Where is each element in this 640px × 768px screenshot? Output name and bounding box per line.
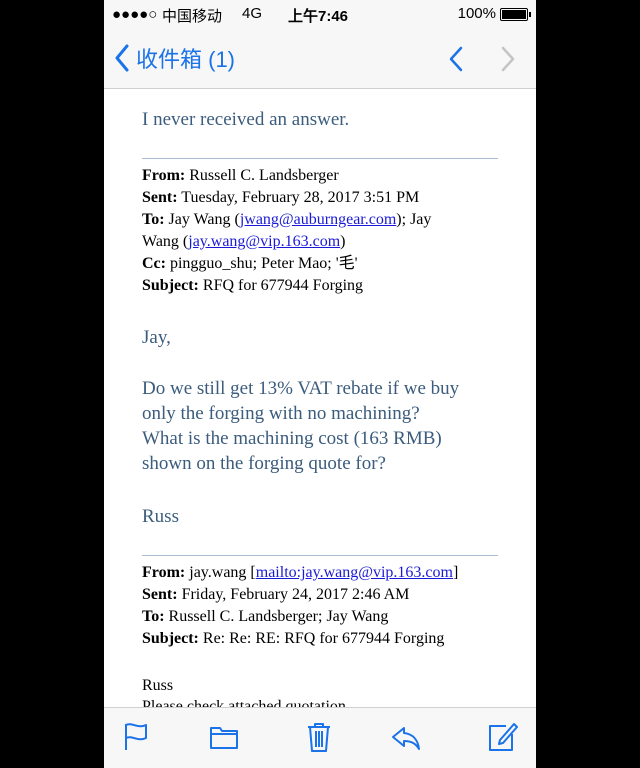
quoted-header-1: From: Russell C. Landsberger Sent: Tuesd… [142,165,498,297]
battery-percent: 100% [457,5,496,22]
clock: 上午7:46 [288,8,349,25]
compose-icon[interactable] [486,720,518,754]
back-to-inbox-button[interactable]: 收件箱 (1) [114,42,235,74]
divider [142,158,498,159]
sent-line: Sent: Friday, February 24, 2017 2:46 AM [142,586,410,603]
network-type: 4G [242,5,263,22]
signature: Russ [142,506,179,527]
reply-greeting: Russ [142,677,174,694]
email-link[interactable]: jay.wang@vip.163.com [188,233,340,250]
flag-icon[interactable] [120,720,152,754]
back-label: 收件箱 (1) [136,47,236,72]
reply-text: Please check attached quotation [142,698,346,707]
to-line: To: Jay Wang (jwang@auburngear.com); Jay… [142,211,432,250]
signal-strength: ●●●●○ [112,6,158,23]
intro-text: I never received an answer. [142,109,350,130]
quoted-header-2: From: jay.wang [mailto:jay.wang@vip.163.… [142,562,498,650]
navigation-bar: 收件箱 (1) [104,30,536,89]
subject-line: Subject: Re: Re: RE: RFQ for 677944 Forg… [142,630,445,647]
message-paragraph: Do we still get 13% VAT rebate if we buy… [142,378,460,474]
chevron-up-icon[interactable] [446,45,466,73]
from-line: From: jay.wang [mailto:jay.wang@vip.163.… [142,564,459,581]
greeting: Jay, [142,327,171,348]
to-line: To: Russell C. Landsberger; Jay Wang [142,608,389,625]
sent-line: Sent: Tuesday, February 28, 2017 3:51 PM [142,189,420,206]
reply-icon[interactable] [390,720,422,754]
trash-icon[interactable] [303,720,335,754]
bottom-toolbar [104,707,536,768]
mail-app-window: ●●●●○ 中国移动 4G 上午7:46 100% 收件箱 (1) I neve… [104,0,536,768]
from-line: From: Russell C. Landsberger [142,167,339,184]
chevron-down-icon[interactable] [498,45,518,73]
mailto-link[interactable]: mailto:jay.wang@vip.163.com [256,564,453,581]
email-link[interactable]: jwang@auburngear.com [240,211,396,228]
divider [142,555,498,556]
folder-icon[interactable] [208,720,240,754]
cc-line: Cc: pingguo_shu; Peter Mao; '毛' [142,255,358,272]
chevron-left-icon [115,44,129,72]
message-body[interactable]: I never received an answer. From: Russel… [104,89,536,707]
carrier-name: 中国移动 [162,8,223,25]
battery-icon [500,8,531,21]
status-bar: ●●●●○ 中国移动 4G 上午7:46 100% [104,0,536,30]
subject-line: Subject: RFQ for 677944 Forging [142,277,364,294]
